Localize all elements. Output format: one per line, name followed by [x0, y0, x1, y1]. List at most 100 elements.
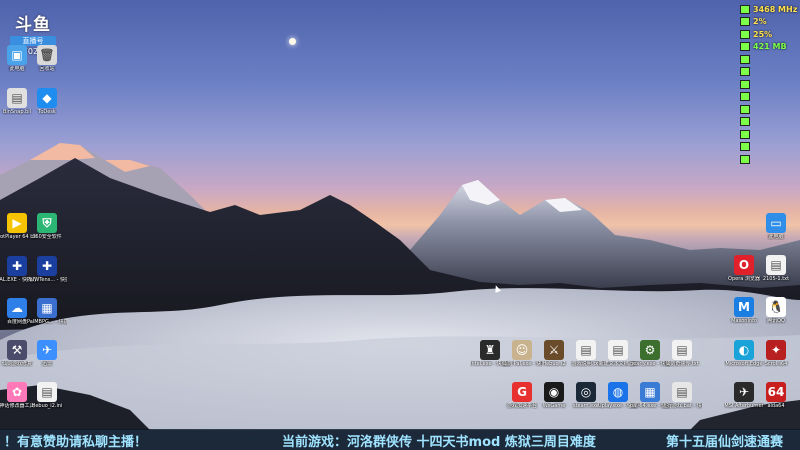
graph-icon: [740, 79, 750, 89]
monitor-value: 2%: [753, 17, 767, 27]
shortcut-icon: ☺: [512, 340, 532, 360]
monitor-row: [740, 103, 788, 116]
monitor-row: [740, 153, 788, 166]
desktop-icon-label: 2105-1.txt: [762, 276, 790, 282]
desktop-icon[interactable]: 🗑 回收站: [27, 45, 67, 72]
edge-icon: ◐: [734, 340, 754, 360]
accelerator-icon: G: [512, 382, 532, 402]
uplay-icon: ◍: [608, 382, 628, 402]
graph-icon: [740, 117, 750, 127]
potplayer-icon: ▶: [7, 213, 27, 233]
shortcut-icon: ♜: [480, 340, 500, 360]
desktop-icon[interactable]: ✚PalWTens... - 快捷方式: [27, 256, 67, 283]
graph-icon: [740, 92, 750, 102]
text-file-icon: ▤: [672, 340, 692, 360]
desktop-icon-label: Scrol_i64: [764, 361, 788, 367]
graph-icon: [740, 67, 750, 77]
shortcut-icon: ▦: [640, 382, 660, 402]
desktop-icon[interactable]: ✈ 迅雷: [27, 340, 67, 367]
steam-icon: ◎: [576, 382, 596, 402]
graph-icon: [740, 4, 750, 14]
tool-icon: ⚒: [7, 340, 27, 360]
app-icon: M: [734, 297, 754, 317]
thunder-icon: ✈: [37, 340, 57, 360]
afterburner-icon: ✈: [734, 382, 754, 402]
monitor-row: 3468 MHz: [740, 3, 797, 16]
text-file-icon: ▤: [608, 340, 628, 360]
desktop-icon-label: 仙剑奇侠传.txt: [665, 361, 699, 367]
graph-icon: [740, 54, 750, 64]
desktop-icon[interactable]: ▤ 仙剑奇侠传.txt: [662, 340, 702, 367]
monitor-row: [740, 141, 788, 154]
computer-icon: ▣: [7, 45, 27, 65]
desktop-icon[interactable]: 🐧 腾讯QQ: [756, 297, 796, 324]
shortcut-icon: ⚙: [640, 340, 660, 360]
opera-icon: O: [734, 255, 754, 275]
desktop-icon[interactable]: ▦PalMBPG... - 快捷方式: [27, 298, 67, 325]
desktop-icon-label: PalMBPG... - 快捷方式: [27, 319, 67, 325]
desktop-icon[interactable]: ◆ ToDesk: [27, 88, 67, 115]
stream-ticker: ！有意赞助请私聊主播！ 当前游戏：河洛群侠传 十四天书mod 炼狱三周目难度 第…: [0, 429, 800, 450]
qq-icon: 🐧: [766, 297, 786, 317]
monitor-row: [740, 128, 788, 141]
monitor-row: [740, 91, 788, 104]
monitor-row: 2%: [740, 16, 788, 29]
app-icon: ✿: [7, 382, 27, 402]
monitor-row: [740, 78, 788, 91]
monitor-row: [740, 53, 788, 66]
desktop-icon[interactable]: ⛨ 360安全软件: [27, 213, 67, 240]
desktop-icon-label: ToDesk: [38, 109, 56, 115]
monitor-row: 421 MB: [740, 41, 788, 54]
desktop-wallpaper: 斗鱼 直播号 7024 3468 MHz 2% 25% 421 MB ▣ 此电脑 🗑 回收站…: [0, 0, 800, 450]
monitor-value: 3468 MHz: [753, 4, 798, 14]
graph-icon: [740, 29, 750, 39]
desktop-icon[interactable]: ✦ Scrol_i64: [756, 340, 796, 367]
graph-icon: [740, 17, 750, 27]
hardware-monitor-overlay: 3468 MHz 2% 25% 421 MB: [740, 3, 797, 166]
cloud-icon: ☁: [7, 298, 27, 318]
ini-file-icon: ▤: [37, 382, 57, 402]
desktop-icon[interactable]: ▤ Hebuo_i2.ini: [27, 382, 67, 409]
desktop-icon[interactable]: ▤ 2105-1.txt: [756, 255, 796, 282]
monitor-value: 421 MB: [753, 42, 787, 52]
desktop-icon[interactable]: ▤运行游戏.bat - 快捷方式: [662, 382, 702, 409]
text-file-icon: ▤: [766, 255, 786, 275]
ticker-text: ！有意赞助请私聊主播！: [4, 435, 148, 450]
ticker-text: 第十五届仙剑速通赛: [666, 435, 784, 450]
monitor-row: [740, 66, 788, 79]
desktop-icon-label: 360安全软件: [32, 234, 62, 240]
shortcut-icon: ▦: [37, 298, 57, 318]
monitor-row: 25%: [740, 28, 788, 41]
monitor-value: 25%: [753, 29, 773, 39]
wegame-icon: ◉: [544, 382, 564, 402]
graph-icon: [740, 142, 750, 152]
security-icon: ⛨: [37, 213, 57, 233]
desktop-icon[interactable]: ▭ 此电脑: [756, 213, 796, 240]
todesk-icon: ◆: [37, 88, 57, 108]
shortcut-icon: ✚: [7, 256, 27, 276]
app-icon: ✦: [766, 340, 786, 360]
aida64-icon: 64: [766, 382, 786, 402]
desktop-icon-label: 此电脑: [768, 234, 784, 240]
file-icon: ▤: [7, 88, 27, 108]
desktop-icon-label: PalWTens... - 快捷方式: [27, 277, 67, 283]
desktop-icon[interactable]: 64 aida64: [756, 382, 796, 409]
douyu-logo: 斗鱼: [15, 15, 51, 35]
text-file-icon: ▤: [576, 340, 596, 360]
graph-icon: [740, 42, 750, 52]
shortcut-icon: ✚: [37, 256, 57, 276]
recycle-bin-icon: 🗑: [37, 45, 57, 65]
graph-icon: [740, 104, 750, 114]
desktop-icon-label: 运行游戏.bat - 快捷方式: [662, 403, 702, 409]
desktop-icon-label: 回收站: [39, 66, 55, 72]
desktop-icon-label: Hebuo_i2.ini: [31, 403, 63, 409]
bat-file-icon: ▤: [672, 382, 692, 402]
graph-icon: [740, 154, 750, 164]
game-icon: ⚔: [544, 340, 564, 360]
desktop-icon-label: aida64: [767, 403, 785, 409]
monitor-row: [740, 116, 788, 129]
ticker-text: 当前游戏：河洛群侠传 十四天书mod 炼狱三周目难度: [282, 435, 596, 450]
monitor-icon: ▭: [766, 213, 786, 233]
graph-icon: [740, 129, 750, 139]
desktop-icon-label: 腾讯QQ: [767, 318, 785, 324]
